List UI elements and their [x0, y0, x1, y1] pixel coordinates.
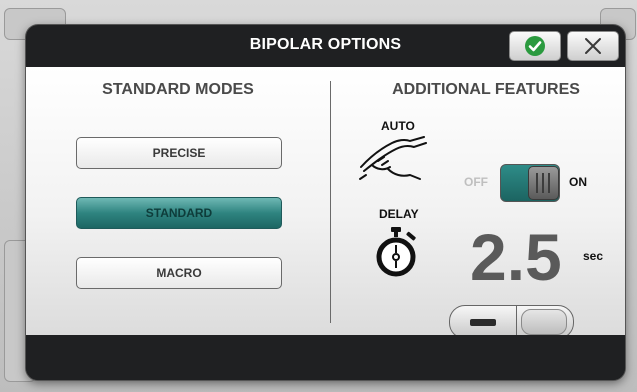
minus-icon	[470, 318, 496, 326]
plus-icon	[521, 309, 567, 335]
dialog-content: STANDARD MODES PRECISE STANDARD MACRO AD…	[26, 67, 625, 339]
bottom-bar	[26, 335, 625, 380]
auto-toggle[interactable]	[500, 164, 560, 202]
delay-unit: sec	[583, 249, 604, 263]
mode-button-precise[interactable]: PRECISE	[76, 137, 282, 169]
close-icon	[585, 38, 601, 54]
bipolar-options-dialog: BIPOLAR OPTIONS STANDARD MODES PRECISE S…	[26, 25, 625, 380]
confirm-button[interactable]	[509, 31, 561, 61]
delay-stepper	[449, 305, 574, 339]
delay-decrement-button[interactable]	[449, 305, 517, 339]
mode-button-macro[interactable]: MACRO	[76, 257, 282, 289]
delay-value: 2.5	[470, 220, 562, 294]
auto-on-label: ON	[569, 175, 587, 189]
delay-label: DELAY	[379, 207, 419, 221]
column-divider	[330, 81, 331, 323]
delay-increment-button[interactable]	[516, 305, 574, 339]
mode-label: STANDARD	[145, 206, 213, 220]
check-icon	[525, 36, 545, 56]
stopwatch-icon	[376, 227, 416, 277]
auto-label: AUTO	[381, 119, 415, 133]
toggle-knob	[528, 166, 559, 200]
title-bar: BIPOLAR OPTIONS	[26, 25, 625, 67]
additional-features-heading: ADDITIONAL FEATURES	[392, 81, 580, 98]
close-button[interactable]	[567, 31, 619, 61]
standard-modes-heading: STANDARD MODES	[102, 81, 254, 98]
handpiece-icon	[359, 136, 427, 180]
mode-button-standard[interactable]: STANDARD	[76, 197, 282, 229]
mode-label: MACRO	[156, 266, 202, 280]
auto-off-label: OFF	[464, 175, 488, 189]
mode-label: PRECISE	[152, 146, 206, 160]
